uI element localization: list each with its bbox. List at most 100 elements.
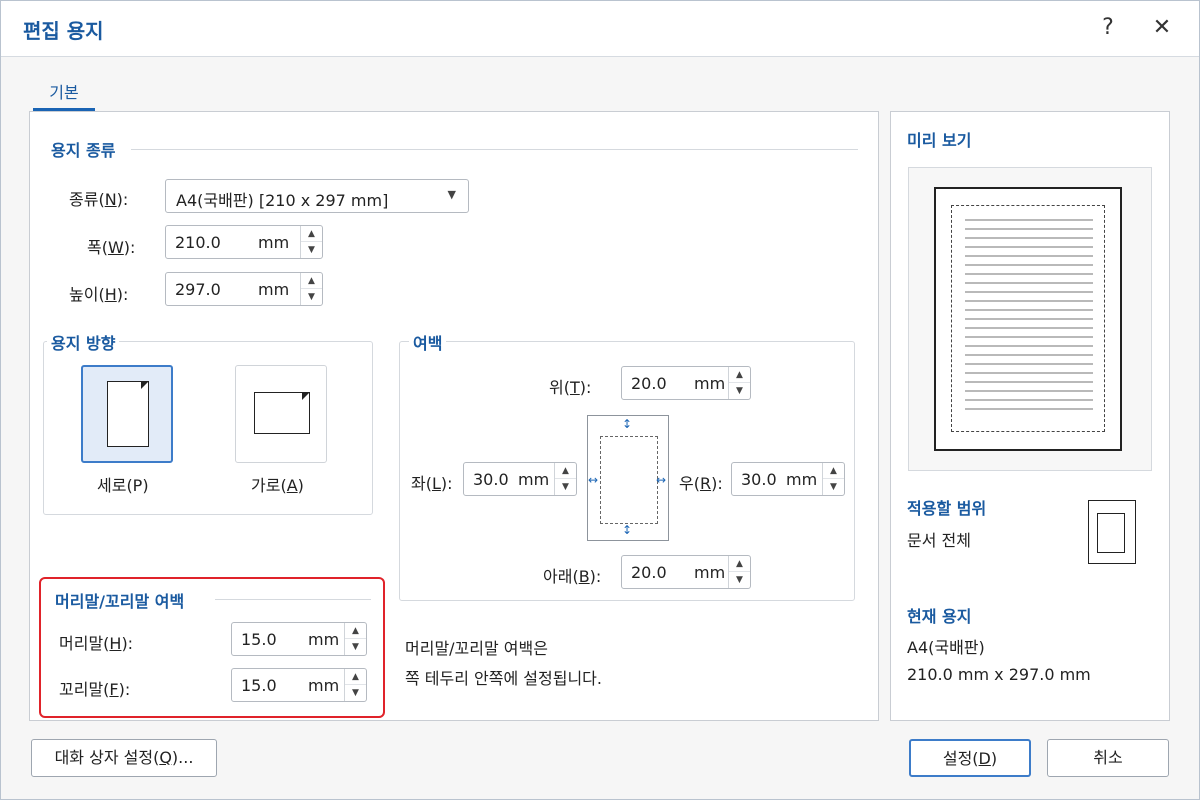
preview-text-line	[965, 300, 1093, 302]
width-value: 210.0	[175, 233, 221, 252]
width-field[interactable]: 210.0 mm ▲ ▼	[165, 225, 323, 259]
right-margin-label: 우(R):	[679, 474, 723, 493]
height-label: 높이(H):	[69, 285, 129, 304]
paper-type-label: 종류(N):	[69, 190, 129, 209]
header-margin-label: 머리말(H):	[59, 634, 134, 653]
header-footer-group-title: 머리말/꼬리말 여백	[51, 588, 189, 612]
right-margin-arrow-icon: ↔	[656, 473, 667, 487]
paper-type-select[interactable]: A4(국배판) [210 x 297 mm] ▼	[165, 179, 469, 213]
left-margin-label: 좌(L):	[411, 474, 453, 493]
scope-value: 문서 전체	[907, 531, 971, 550]
preview-text-line	[965, 408, 1093, 410]
landscape-label: 가로(A)	[251, 476, 304, 495]
header-margin-unit: mm	[308, 630, 340, 649]
footer-margin-stepper[interactable]: ▲ ▼	[344, 669, 366, 701]
paper-type-divider	[131, 149, 858, 150]
spin-down-icon[interactable]: ▼	[729, 572, 750, 588]
header-footer-description-line1: 머리말/꼬리말 여백은	[405, 639, 548, 658]
preview-text-line	[965, 399, 1093, 401]
spin-up-icon[interactable]: ▲	[729, 367, 750, 383]
spin-down-icon[interactable]: ▼	[823, 479, 844, 495]
spin-down-icon[interactable]: ▼	[345, 685, 366, 701]
bottom-margin-stepper[interactable]: ▲ ▼	[728, 556, 750, 588]
preview-text-line	[965, 291, 1093, 293]
page-scope-icon	[1088, 500, 1136, 564]
portrait-label: 세로(P)	[97, 476, 149, 495]
orientation-group-title: 용지 방향	[47, 330, 120, 354]
landscape-button[interactable]	[235, 365, 327, 463]
margin-diagram-content-area	[600, 436, 658, 524]
spin-down-icon[interactable]: ▼	[555, 479, 576, 495]
footer-margin-unit: mm	[308, 676, 340, 695]
portrait-page-icon	[107, 381, 149, 447]
preview-text-line	[965, 372, 1093, 374]
chevron-down-icon: ▼	[447, 188, 456, 201]
spin-down-icon[interactable]: ▼	[301, 289, 322, 305]
portrait-button[interactable]	[81, 365, 173, 463]
header-footer-divider	[215, 599, 371, 600]
preview-text-line	[965, 255, 1093, 257]
preview-text-line	[965, 219, 1093, 221]
width-stepper[interactable]: ▲ ▼	[300, 226, 322, 258]
tab-basic[interactable]: 기본	[33, 79, 95, 111]
margin-diagram: ↕ ↕ ↔ ↔	[587, 415, 669, 541]
preview-text-line	[965, 354, 1093, 356]
help-button[interactable]: ?	[1093, 13, 1123, 43]
spin-up-icon[interactable]: ▲	[301, 273, 322, 289]
margins-group-title: 여백	[409, 330, 447, 354]
top-margin-field[interactable]: 20.0 mm ▲ ▼	[621, 366, 751, 400]
footer-margin-label: 꼬리말(F):	[59, 680, 131, 699]
header-footer-description-line2: 쪽 테두리 안쪽에 설정됩니다.	[405, 669, 602, 688]
spin-up-icon[interactable]: ▲	[729, 556, 750, 572]
right-margin-unit: mm	[786, 470, 818, 489]
paper-type-group-title: 용지 종류	[47, 137, 120, 161]
preview-text-line	[965, 345, 1093, 347]
top-margin-label: 위(T):	[549, 378, 592, 397]
left-margin-stepper[interactable]: ▲ ▼	[554, 463, 576, 495]
current-paper-size: 210.0 mm x 297.0 mm	[907, 665, 1091, 684]
header-margin-stepper[interactable]: ▲ ▼	[344, 623, 366, 655]
spin-up-icon[interactable]: ▲	[345, 623, 366, 639]
left-margin-field[interactable]: 30.0 mm ▲ ▼	[463, 462, 577, 496]
right-margin-field[interactable]: 30.0 mm ▲ ▼	[731, 462, 845, 496]
preview-text-line	[965, 282, 1093, 284]
footer-margin-field[interactable]: 15.0 mm ▲ ▼	[231, 668, 367, 702]
spin-up-icon[interactable]: ▲	[555, 463, 576, 479]
dialog-settings-button[interactable]: 대화 상자 설정(Q)...	[31, 739, 217, 777]
width-unit: mm	[258, 233, 290, 252]
preview-text-line	[965, 327, 1093, 329]
height-field[interactable]: 297.0 mm ▲ ▼	[165, 272, 323, 306]
preview-title: 미리 보기	[903, 127, 976, 151]
spin-down-icon[interactable]: ▼	[345, 639, 366, 655]
close-button[interactable]: ✕	[1147, 13, 1177, 43]
top-margin-value: 20.0	[631, 374, 667, 393]
bottom-margin-field[interactable]: 20.0 mm ▲ ▼	[621, 555, 751, 589]
preview-text-line	[965, 318, 1093, 320]
bottom-margin-arrow-icon: ↕	[622, 523, 633, 537]
preview-text-line	[965, 363, 1093, 365]
spin-up-icon[interactable]: ▲	[823, 463, 844, 479]
spin-down-icon[interactable]: ▼	[301, 242, 322, 258]
header-margin-field[interactable]: 15.0 mm ▲ ▼	[231, 622, 367, 656]
top-margin-unit: mm	[694, 374, 726, 393]
spin-down-icon[interactable]: ▼	[729, 383, 750, 399]
left-margin-value: 30.0	[473, 470, 509, 489]
spin-up-icon[interactable]: ▲	[301, 226, 322, 242]
scope-title: 적용할 범위	[903, 495, 991, 519]
preview-text-line	[965, 237, 1093, 239]
dialog-title: 편집 용지	[23, 19, 104, 43]
width-label: 폭(W):	[87, 238, 136, 257]
spin-up-icon[interactable]: ▲	[345, 669, 366, 685]
title-bar: 편집 용지 ? ✕	[1, 1, 1199, 57]
preview-text-line	[965, 246, 1093, 248]
bottom-margin-value: 20.0	[631, 563, 667, 582]
ok-button[interactable]: 설정(D)	[909, 739, 1031, 777]
height-stepper[interactable]: ▲ ▼	[300, 273, 322, 305]
bottom-margin-label: 아래(B):	[543, 567, 602, 586]
cancel-button[interactable]: 취소	[1047, 739, 1169, 777]
right-margin-stepper[interactable]: ▲ ▼	[822, 463, 844, 495]
header-margin-value: 15.0	[241, 630, 277, 649]
top-margin-stepper[interactable]: ▲ ▼	[728, 367, 750, 399]
landscape-page-icon	[254, 392, 310, 434]
height-value: 297.0	[175, 280, 221, 299]
